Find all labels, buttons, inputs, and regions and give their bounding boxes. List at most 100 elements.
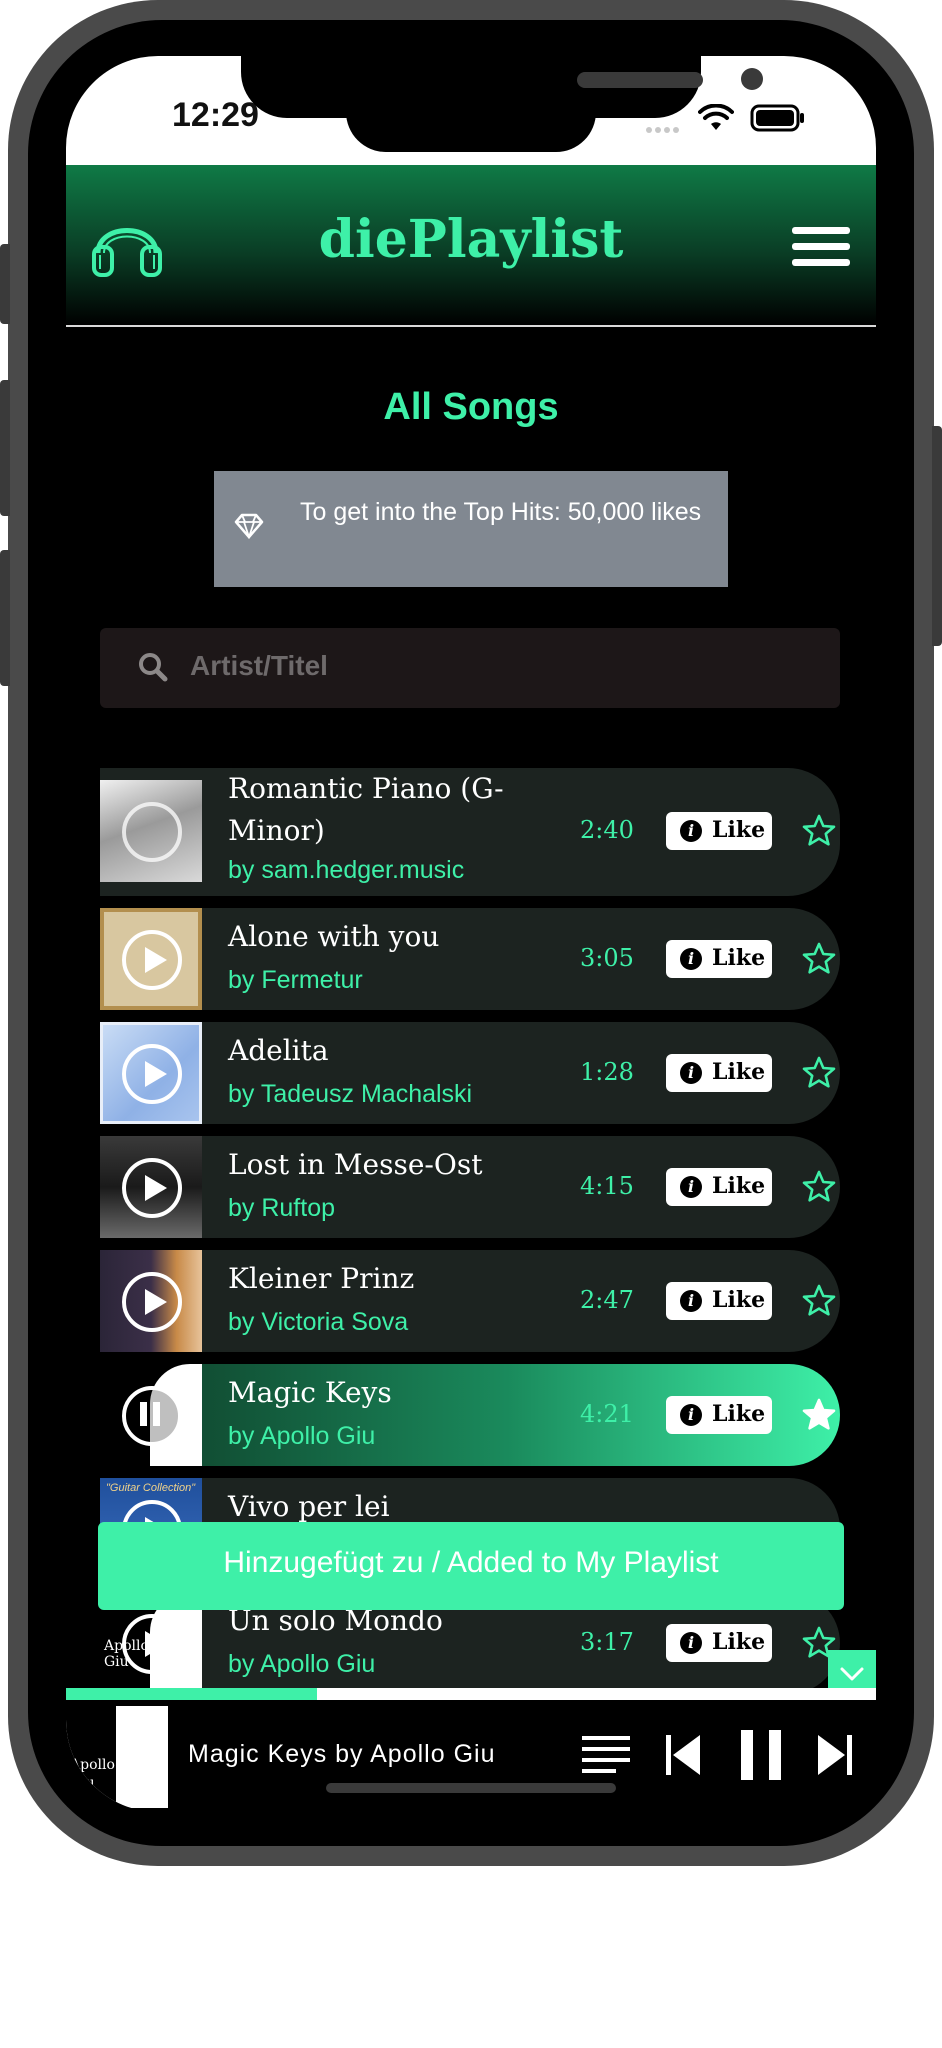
star-filled-icon[interactable] xyxy=(802,1398,836,1432)
song-artist: by sam.hedger.music xyxy=(228,856,465,884)
star-icon[interactable] xyxy=(802,942,836,976)
signal-icon xyxy=(646,120,682,138)
song-title: Magic Keys xyxy=(228,1376,392,1409)
search-placeholder: Artist/Titel xyxy=(190,650,328,681)
skip-next-icon[interactable] xyxy=(816,1732,854,1778)
play-icon[interactable] xyxy=(122,1044,182,1104)
song-artist: by Apollo Giu xyxy=(228,1422,376,1450)
info-icon: i xyxy=(680,1290,702,1312)
song-duration: 4:21 xyxy=(580,1400,634,1428)
song-duration: 4:15 xyxy=(580,1172,634,1200)
info-icon: i xyxy=(680,1404,702,1426)
mute-switch xyxy=(0,244,10,324)
song-artist: by Tadeusz Machalski xyxy=(228,1080,473,1108)
pause-icon[interactable] xyxy=(122,1386,182,1446)
song-artist: by Ruftop xyxy=(228,1194,336,1222)
song-title: Lost in Messe-Ost xyxy=(228,1148,483,1181)
like-button[interactable]: i Like xyxy=(666,1624,772,1662)
info-icon: i xyxy=(680,1176,702,1198)
song-title: Kleiner Prinz xyxy=(228,1262,415,1295)
pause-icon[interactable] xyxy=(738,1728,784,1782)
like-label: Like xyxy=(712,1173,766,1199)
song-row[interactable]: Lost in Messe-Ost by Ruftop 4:15 i Like xyxy=(100,1136,840,1238)
info-icon: i xyxy=(680,820,702,842)
now-playing-text: Magic Keys by Apollo Giu xyxy=(188,1740,496,1768)
song-row[interactable]: Romantic Piano (G-Minor) by sam.hedger.m… xyxy=(100,768,840,896)
like-button[interactable]: i Like xyxy=(666,812,772,850)
added-toast: Hinzugefügt zu / Added to My Playlist xyxy=(98,1522,844,1610)
album-cover xyxy=(100,1364,202,1466)
play-icon[interactable] xyxy=(122,802,182,862)
like-button[interactable]: i Like xyxy=(666,1396,772,1434)
star-icon[interactable] xyxy=(802,814,836,848)
like-label: Like xyxy=(712,1401,766,1427)
status-time: 12:29 xyxy=(172,96,259,134)
star-icon[interactable] xyxy=(802,1056,836,1090)
song-title: Adelita xyxy=(228,1034,329,1067)
app-title: diePlaylist xyxy=(318,209,624,270)
album-cover xyxy=(100,1022,202,1124)
player-album-cover: Apollo Giu xyxy=(66,1706,168,1808)
skip-previous-icon[interactable] xyxy=(664,1732,702,1778)
song-duration: 2:40 xyxy=(580,816,634,844)
app-header: diePlaylist xyxy=(66,165,876,327)
like-label: Like xyxy=(712,1287,766,1313)
like-button[interactable]: i Like xyxy=(666,1054,772,1092)
song-row[interactable]: Alone with you by Fermetur 3:05 i Like xyxy=(100,908,840,1010)
info-icon: i xyxy=(680,1062,702,1084)
playback-progress-fill xyxy=(66,1688,318,1700)
info-icon: i xyxy=(680,948,702,970)
wifi-icon xyxy=(698,104,734,130)
like-label: Like xyxy=(712,1629,766,1655)
diamond-icon xyxy=(234,513,264,539)
speaker-grille xyxy=(577,72,703,88)
phone-screen: 12:29 diePlaylist All Songs To get into … xyxy=(66,56,876,1812)
play-icon[interactable] xyxy=(122,1158,182,1218)
info-banner: To get into the Top Hits: 50,000 likes xyxy=(214,471,728,587)
section-title: All Songs xyxy=(383,386,559,428)
star-icon[interactable] xyxy=(802,1170,836,1204)
hamburger-menu-icon[interactable] xyxy=(792,227,850,267)
info-banner-text: To get into the Top Hits: 50,000 likes xyxy=(300,498,702,526)
volume-up-button xyxy=(0,380,10,516)
play-icon[interactable] xyxy=(122,1272,182,1332)
song-duration: 3:17 xyxy=(580,1628,634,1656)
song-title: Romantic Piano (G-Minor) xyxy=(228,772,504,847)
play-icon[interactable] xyxy=(122,1614,182,1674)
play-icon[interactable] xyxy=(122,930,182,990)
song-artist: by Apollo Giu xyxy=(228,1650,376,1678)
like-label: Like xyxy=(712,945,766,971)
song-row[interactable]: Adelita by Tadeusz Machalski 1:28 i Like xyxy=(100,1022,840,1124)
album-cover xyxy=(100,1136,202,1238)
star-icon[interactable] xyxy=(802,1284,836,1318)
home-indicator[interactable] xyxy=(326,1783,616,1793)
power-button xyxy=(932,426,942,646)
playback-progress-bar[interactable] xyxy=(66,1688,876,1700)
front-camera xyxy=(741,68,763,90)
song-duration: 3:05 xyxy=(580,944,634,972)
playlist-queue-icon[interactable] xyxy=(580,1734,632,1778)
search-icon xyxy=(139,653,168,682)
dynamic-island xyxy=(346,96,596,152)
song-duration: 2:47 xyxy=(580,1286,634,1314)
song-title: Alone with you xyxy=(228,920,440,953)
song-duration: 1:28 xyxy=(580,1058,634,1086)
like-label: Like xyxy=(712,817,766,843)
player-cover-text: Apollo Giu xyxy=(70,1757,115,1791)
like-label: Like xyxy=(712,1059,766,1085)
like-button[interactable]: i Like xyxy=(666,1168,772,1206)
album-cover xyxy=(100,780,202,882)
song-row-active[interactable]: Magic Keys by Apollo Giu 4:21 i Like xyxy=(100,1364,840,1466)
mini-player: Apollo Giu Magic Keys by Apollo Giu xyxy=(66,1700,876,1812)
volume-down-button xyxy=(0,550,10,686)
song-artist: by Victoria Sova xyxy=(228,1308,409,1336)
search-input[interactable]: Artist/Titel xyxy=(100,628,840,708)
toast-message: Hinzugefügt zu / Added to My Playlist xyxy=(223,1546,719,1579)
like-button[interactable]: i Like xyxy=(666,940,772,978)
album-cover xyxy=(100,1250,202,1352)
cover-text: "Guitar Collection" xyxy=(106,1482,196,1494)
like-button[interactable]: i Like xyxy=(666,1282,772,1320)
album-cover xyxy=(100,908,202,1010)
battery-icon xyxy=(750,104,804,132)
song-row[interactable]: Kleiner Prinz by Victoria Sova 2:47 i Lik… xyxy=(100,1250,840,1352)
